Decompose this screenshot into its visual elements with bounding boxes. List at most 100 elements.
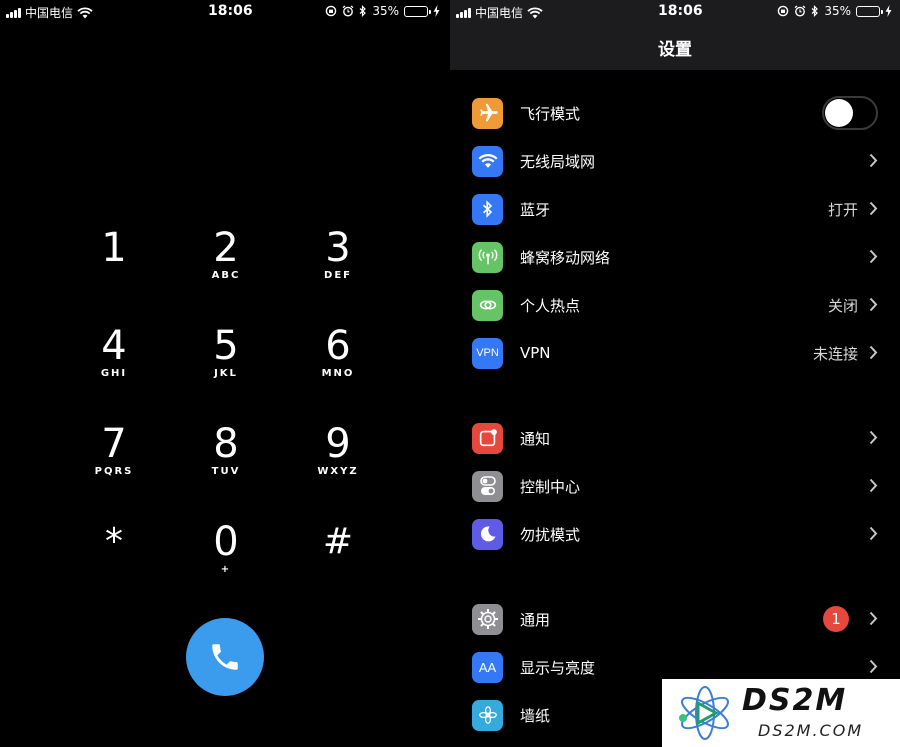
watermark-brand: DS2M [742,683,848,718]
settings-row-label: 勿扰模式 [520,525,581,544]
chevron-right-icon [869,611,878,626]
key-letters: TUV [211,466,241,477]
settings-row-value: 关闭 [827,296,858,315]
key-letters: JKL [214,368,238,379]
key-9[interactable]: 9 WXYZ [282,418,394,516]
key-4[interactable]: 4 GHI [58,320,170,418]
key-digit: 3 [325,225,351,271]
battery-percent: 35% [372,4,399,18]
status-time: 18:06 [208,3,253,19]
notifications-icon [472,422,503,454]
alarm-icon [342,5,354,17]
keypad: 1 2 ABC 3 DEF 4 GHI 5 JKL 6 MNO 7 PQRS 8 TUV 9W… [58,222,392,614]
status-left: 中国电信 [6,4,93,21]
key-5[interactable]: 5 JKL [170,320,282,418]
settings-row-wifi[interactable]: 无线局域网 [450,137,900,185]
call-button[interactable] [186,618,264,696]
airplane-mode-toggle[interactable] [822,96,878,130]
battery-percent: 35% [824,4,851,18]
settings-row-do-not-disturb[interactable]: 勿扰模式 [450,510,900,558]
display-icon-text: AA [478,659,497,675]
chevron-right-icon [869,526,878,541]
wifi-icon [527,6,543,18]
wifi-icon [472,145,503,177]
key-2[interactable]: 2 ABC [170,222,282,320]
control-center-icon [472,470,503,502]
settings-row-label: 蜂窝移动网络 [520,248,611,267]
key-digit: 8 [213,421,239,467]
key-digit: 1 [101,225,127,271]
charging-icon [885,5,892,17]
vpn-icon: VPN [472,337,503,369]
chevron-right-icon [869,201,878,216]
atom-logo-icon [679,686,729,740]
settings-row-notifications[interactable]: 通知 [450,414,900,462]
orientation-lock-icon [778,5,789,17]
key-1[interactable]: 1 [58,222,170,320]
key-digit: 6 [325,323,351,369]
settings-row-vpn[interactable]: VPN VPN 未连接 [450,329,900,377]
dialer-screen: 中国电信 18:06 35% 1 2 ABC 3 DEF 4 GHI 5 JKL 6 MN… [0,0,450,747]
wallpaper-icon [472,699,503,731]
key-digit: * [105,521,123,562]
settings-row-label: 控制中心 [520,477,581,496]
status-right: 35% [777,4,892,18]
key-letters: DEF [324,270,352,281]
hotspot-icon [472,289,503,321]
settings-row-cellular[interactable]: 蜂窝移动网络 [450,233,900,281]
battery-icon [856,5,883,17]
key-digit: 4 [101,323,127,369]
key-3[interactable]: 3 DEF [282,222,394,320]
key-0[interactable]: 0 + [170,516,282,614]
settings-row-bluetooth[interactable]: 蓝牙 打开 [450,185,900,233]
status-bar: 中国电信 18:06 35% [450,0,900,24]
key-7[interactable]: 7 PQRS [58,418,170,516]
gear-icon [472,603,503,635]
signal-icon [6,7,21,18]
bluetooth-status-icon [811,5,819,17]
page-title: 设置 [658,40,692,60]
navigation-bar: 中国电信 18:06 35% 设置 [450,0,900,70]
carrier-label: 中国电信 [475,6,524,20]
key-digit: 0 [213,519,239,565]
toggle-knob [825,99,853,127]
settings-row-label: 墙纸 [520,706,551,725]
bluetooth-status-icon [359,5,367,17]
key-digit: 7 [101,421,127,467]
key-letters: + [220,564,232,575]
cellular-icon [472,241,503,273]
alarm-icon [794,5,806,17]
settings-row-personal-hotspot[interactable]: 个人热点 关闭 [450,281,900,329]
key-letters: WXYZ [317,466,359,477]
status-time: 18:06 [658,3,703,19]
settings-row-control-center[interactable]: 控制中心 [450,462,900,510]
key-star[interactable]: * [58,516,170,614]
chevron-right-icon [869,249,878,264]
airplane-icon [472,97,503,129]
key-8[interactable]: 8 TUV [170,418,282,516]
watermark-domain: DS2M.COM [758,721,864,740]
signal-icon [456,7,471,18]
settings-row-label: 通用 [520,610,551,629]
chevron-right-icon [869,297,878,312]
settings-row-label: 通知 [520,429,551,448]
chevron-right-icon [869,345,878,360]
status-bar: 中国电信 18:06 35% [0,0,450,24]
chevron-right-icon [869,659,878,674]
charging-icon [433,5,440,17]
bluetooth-icon [472,193,503,225]
key-letters: MNO [321,368,355,379]
key-6[interactable]: 6 MNO [282,320,394,418]
settings-group-connectivity: 飞行模式 无线局域网 蓝牙 打开 蜂窝移动网络 个人热点 关闭 VPN VPN … [450,89,900,377]
settings-row-general[interactable]: 通用 1 [450,595,900,643]
settings-row-label: 显示与亮度 [520,658,596,677]
key-digit: 9 [325,421,351,467]
settings-row-label: 个人热点 [520,296,581,315]
status-right: 35% [325,4,440,18]
settings-group-system: 通知 控制中心 勿扰模式 [450,414,900,558]
key-pound[interactable]: # [282,516,394,614]
chevron-right-icon [869,153,878,168]
settings-row-value: 未连接 [812,344,858,363]
phone-icon [212,644,238,670]
settings-row-label: 飞行模式 [520,104,581,123]
